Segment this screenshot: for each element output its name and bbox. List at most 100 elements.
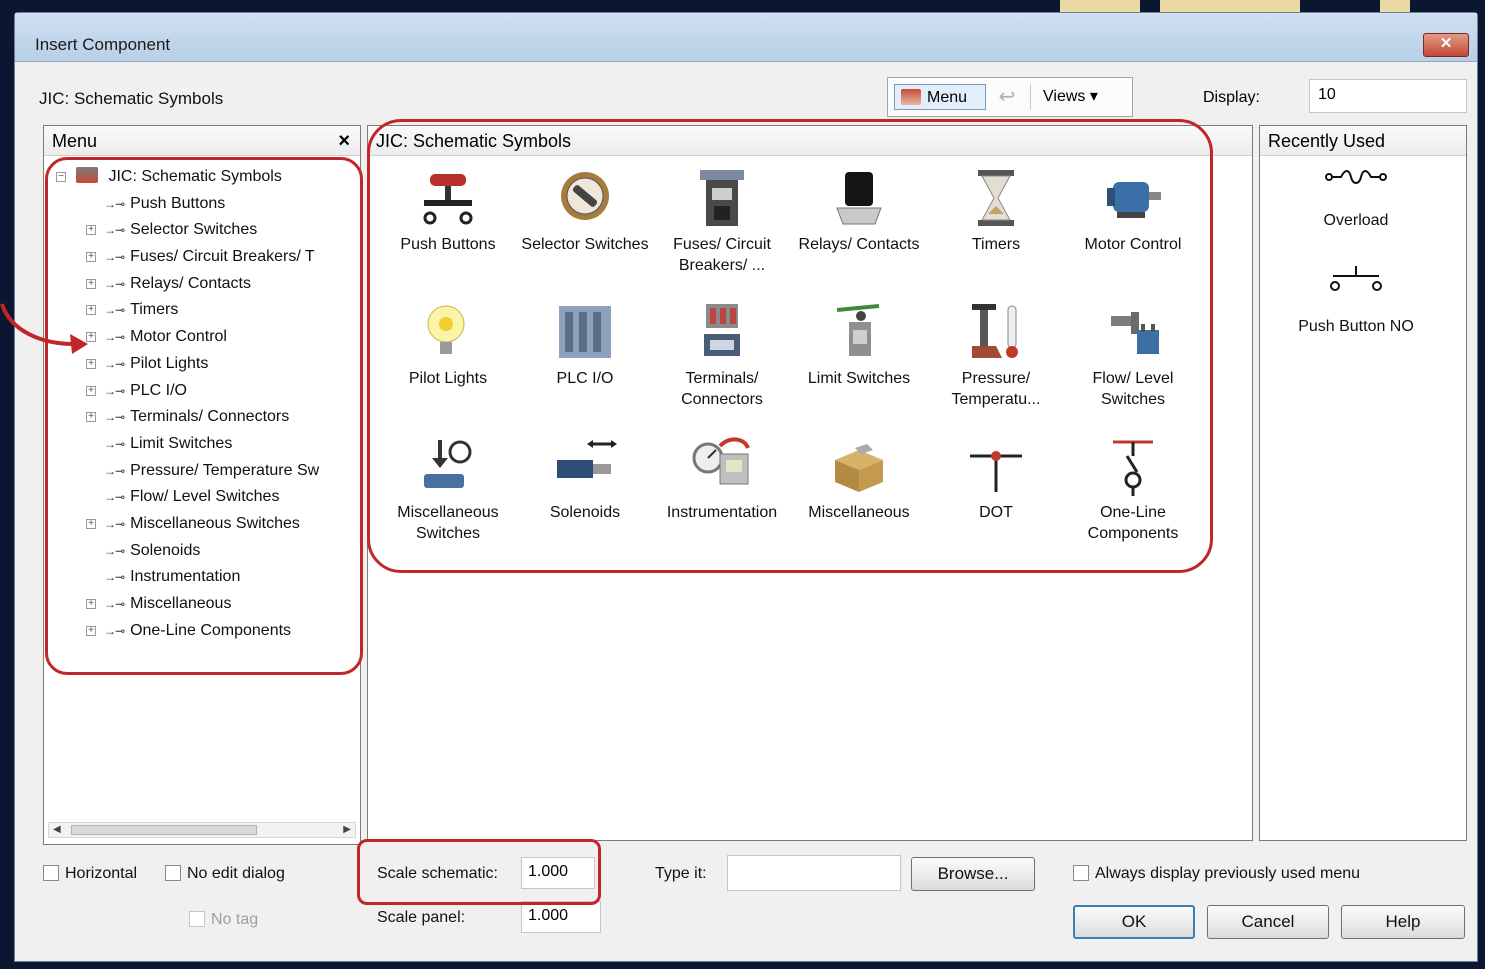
symbol-tile-label: Relays/ Contacts	[798, 236, 920, 253]
no-tag-checkbox[interactable]: No tag	[189, 911, 258, 929]
horizontal-scrollbar[interactable]: ◀ ▶	[48, 822, 356, 838]
menu-panel-title: Menu	[52, 131, 98, 151]
tree-item[interactable]: →⊸ Instrumentation	[52, 564, 356, 591]
recently-used-panel: Recently Used Overload Push Button NO	[1259, 125, 1467, 841]
symbol-tile[interactable]: Motor Control	[1065, 166, 1201, 255]
horizontal-checkbox[interactable]: Horizontal	[43, 865, 137, 883]
one-line-icon	[1113, 440, 1153, 496]
tree-item-label: Selector Switches	[130, 221, 258, 239]
recent-item-label: Overload	[1323, 212, 1389, 229]
symbol-category-icon: →⊸	[104, 410, 125, 425]
recent-item[interactable]: Push Button NO	[1268, 264, 1444, 336]
symbol-category-icon: →⊸	[104, 623, 125, 638]
symbol-category-icon: →⊸	[104, 516, 125, 531]
expand-icon[interactable]: +	[86, 225, 96, 236]
symbol-category-icon: →⊸	[104, 196, 125, 211]
checkbox-box[interactable]	[189, 911, 205, 927]
symbol-tile[interactable]: Solenoids	[517, 434, 653, 523]
scrollbar-thumb[interactable]	[71, 825, 257, 835]
symbol-tile[interactable]: Limit Switches	[791, 300, 927, 389]
tree-item[interactable]: + →⊸ Motor Control	[52, 324, 356, 351]
checkbox-box[interactable]	[1073, 865, 1089, 881]
scroll-right-icon[interactable]: ▶	[343, 823, 351, 837]
checkbox-box[interactable]	[43, 865, 59, 881]
display-count-field[interactable]: 10	[1309, 79, 1467, 113]
tree-item[interactable]: + →⊸ One-Line Components	[52, 618, 356, 645]
views-dropdown[interactable]: Views ▾	[1030, 84, 1126, 110]
symbol-tile-label: Timers	[971, 236, 1021, 253]
symbol-tile-label: Flow/ Level Switches	[1092, 370, 1174, 408]
symbol-category-icon: →⊸	[104, 223, 125, 238]
symbol-tile[interactable]: Flow/ Level Switches	[1065, 300, 1201, 410]
help-button[interactable]: Help	[1341, 905, 1465, 939]
symbol-tile[interactable]: Terminals/ Connectors	[654, 300, 790, 410]
symbol-tile[interactable]: One-Line Components	[1065, 434, 1201, 544]
always-display-checkbox[interactable]: Always display previously used menu	[1073, 865, 1360, 883]
symbol-category-icon: →⊸	[104, 570, 125, 585]
symbol-tile[interactable]: Pressure/ Temperatu...	[928, 300, 1064, 410]
expand-icon[interactable]: +	[86, 625, 96, 636]
tree-item[interactable]: →⊸ Limit Switches	[52, 431, 356, 458]
recent-list: Overload Push Button NO	[1268, 166, 1444, 370]
cancel-button[interactable]: Cancel	[1207, 905, 1329, 939]
tree-item[interactable]: →⊸ Push Buttons	[52, 191, 356, 218]
symbol-tile-label: One-Line Components	[1087, 504, 1179, 542]
symbol-tile[interactable]: Pilot Lights	[380, 300, 516, 389]
tree-root[interactable]: − JIC: Schematic Symbols	[52, 164, 356, 191]
tree-item[interactable]: + →⊸ Miscellaneous Switches	[52, 511, 356, 538]
symbol-tile[interactable]: Selector Switches	[517, 166, 653, 255]
symbol-tile[interactable]: Instrumentation	[654, 434, 790, 523]
scale-schematic-field[interactable]: 1.000	[521, 857, 595, 889]
tree-item-label: Fuses/ Circuit Breakers/ T	[130, 248, 315, 266]
tree-item[interactable]: + →⊸ Selector Switches	[52, 217, 356, 244]
type-it-field[interactable]	[727, 855, 901, 891]
ok-button[interactable]: OK	[1073, 905, 1195, 939]
symbol-tile[interactable]: Timers	[928, 166, 1064, 255]
checkbox-box[interactable]	[165, 865, 181, 881]
light-bulb-icon	[427, 305, 465, 354]
tree-item[interactable]: →⊸ Solenoids	[52, 538, 356, 565]
symbol-tile[interactable]: Miscellaneous	[791, 434, 927, 523]
tree-item[interactable]: →⊸ Pressure/ Temperature Sw	[52, 458, 356, 485]
close-button[interactable]: ✕	[1423, 33, 1469, 57]
symbol-tile[interactable]: Push Buttons	[380, 166, 516, 255]
terminal-block-icon	[704, 304, 740, 356]
tree-item[interactable]: + →⊸ Fuses/ Circuit Breakers/ T	[52, 244, 356, 271]
collapse-icon[interactable]: −	[56, 172, 66, 182]
symbol-category-icon: →⊸	[104, 250, 125, 265]
recent-item[interactable]: Overload	[1268, 166, 1444, 230]
expand-icon[interactable]: +	[86, 385, 96, 396]
symbol-tile[interactable]: Fuses/ Circuit Breakers/ ...	[654, 166, 790, 276]
tree-item[interactable]: + →⊸ Timers	[52, 297, 356, 324]
symbol-tile-label: Solenoids	[549, 504, 621, 521]
scale-panel-field[interactable]: 1.000	[521, 901, 601, 933]
symbol-tile[interactable]: Relays/ Contacts	[791, 166, 927, 255]
tree-item-label: Miscellaneous	[130, 595, 232, 612]
expand-icon[interactable]: +	[86, 518, 96, 529]
symbol-tile[interactable]: DOT	[928, 434, 1064, 523]
expand-icon[interactable]: +	[86, 599, 96, 609]
tree-item-label: Flow/ Level Switches	[130, 488, 280, 506]
symbols-panel: JIC: Schematic Symbols Push Buttons Selec…	[367, 125, 1253, 841]
tree-item[interactable]: →⊸ Flow/ Level Switches	[52, 484, 356, 511]
recently-used-header: Recently Used	[1260, 126, 1466, 156]
symbol-tile-label: Pilot Lights	[408, 370, 488, 387]
tree-item[interactable]: + →⊸ Miscellaneous	[52, 591, 356, 618]
tree-item[interactable]: + →⊸ Relays/ Contacts	[52, 271, 356, 298]
browse-button[interactable]: Browse...	[911, 857, 1035, 891]
type-it-label: Type it:	[655, 865, 707, 882]
back-icon[interactable]: ↩	[994, 86, 1020, 108]
symbol-tile[interactable]: Miscellaneous Switches	[380, 434, 516, 544]
tree-item[interactable]: + →⊸ PLC I/O	[52, 378, 356, 405]
expand-icon[interactable]: +	[86, 278, 96, 289]
scroll-left-icon[interactable]: ◀	[53, 823, 61, 837]
expand-icon[interactable]: +	[86, 252, 96, 263]
tree-item-label: PLC I/O	[130, 381, 187, 399]
symbol-tile[interactable]: PLC I/O	[517, 300, 653, 389]
no-edit-dialog-checkbox[interactable]: No edit dialog	[165, 865, 285, 883]
tree-item[interactable]: + →⊸ Terminals/ Connectors	[52, 404, 356, 431]
expand-icon[interactable]: +	[86, 412, 96, 423]
menu-toggle-button[interactable]: Menu	[894, 84, 986, 110]
tree-item[interactable]: + →⊸ Pilot Lights	[52, 351, 356, 378]
menu-panel-close-icon[interactable]: ×	[338, 126, 350, 156]
